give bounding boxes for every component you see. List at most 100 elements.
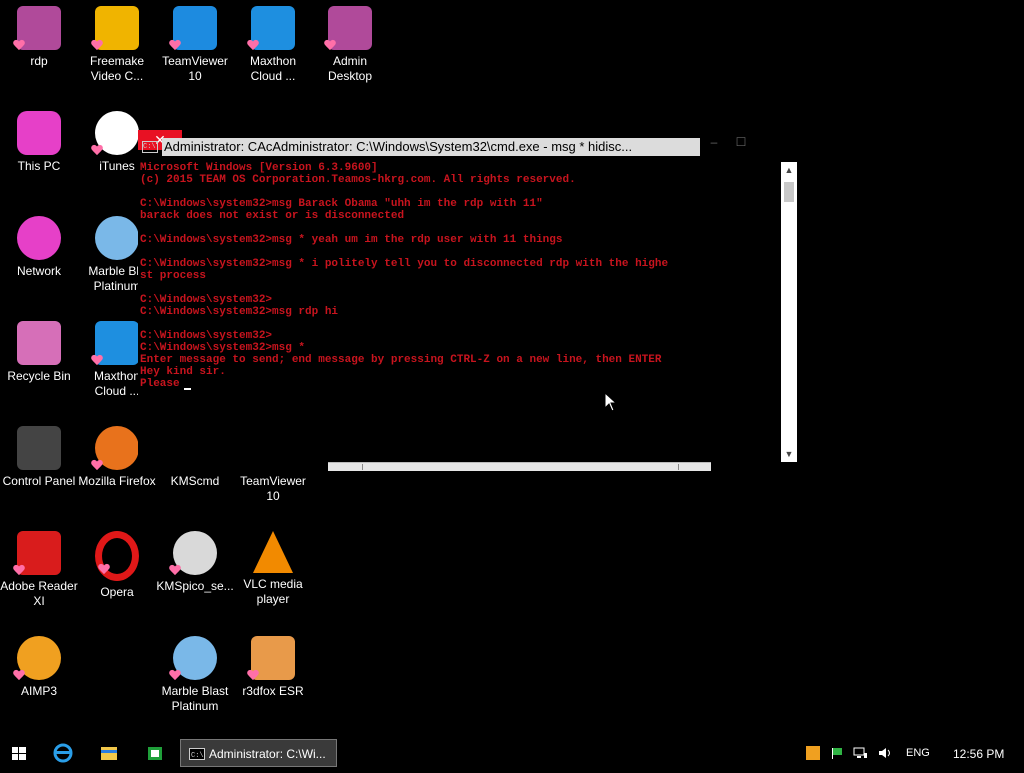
firefox-icon <box>95 426 139 470</box>
desktop-icon-adobe-reader[interactable]: Adobe Reader XI <box>0 525 78 609</box>
store-icon <box>148 747 162 760</box>
kmspico-icon <box>173 531 217 575</box>
scroll-thumb[interactable] <box>784 182 794 202</box>
desktop-icon-this-pc[interactable]: This PC <box>0 105 78 174</box>
desktop-icon-maxthon[interactable]: Maxthon Cloud ... <box>234 0 312 84</box>
network-tray-icon[interactable] <box>853 746 867 760</box>
windows-logo-icon <box>12 747 26 760</box>
desktop-icon-r3dfox[interactable]: r3dfox ESR <box>234 630 312 699</box>
desktop-icon-opera[interactable]: Opera <box>78 525 156 600</box>
cmd-titlebar[interactable]: C:\ Administrator: CAcAdministrator: C:\… <box>138 130 798 162</box>
tray-flag-icon[interactable] <box>830 746 844 760</box>
desktop-icon-label: Admin Desktop <box>327 54 373 83</box>
horizontal-scrollbar[interactable] <box>328 462 711 471</box>
desktop-icon-freemake[interactable]: Freemake Video C... <box>78 0 156 84</box>
desktop-icon-kmspico[interactable]: KMSpico_se... <box>156 525 234 594</box>
recycle-bin-icon <box>17 321 61 365</box>
desktop-icon-aimp3[interactable]: AIMP3 <box>0 630 78 699</box>
mouse-pointer-icon <box>604 392 618 412</box>
desktop-icon-label: KMSpico_se... <box>156 579 234 593</box>
marble-icon <box>95 216 139 260</box>
minimize-button[interactable]: – <box>699 132 729 152</box>
taskbar-store-button[interactable] <box>142 738 168 768</box>
svg-text:C:\: C:\ <box>191 752 204 760</box>
clock[interactable]: 12:56 PM <box>953 747 1004 761</box>
taskbar-ie-button[interactable] <box>50 738 76 768</box>
heart-icon <box>169 670 181 682</box>
taskbar-explorer-button[interactable] <box>96 738 122 768</box>
desktop-icon-label: TeamViewer 10 <box>240 474 306 503</box>
cmd-window[interactable]: C:\ Administrator: CAcAdministrator: C:\… <box>138 130 798 467</box>
cmd-app-icon[interactable]: C:\ <box>142 141 158 153</box>
desktop-icon-label: TeamViewer 10 <box>162 54 228 83</box>
desktop-icon-rdp[interactable]: rdp <box>0 0 78 69</box>
console-line: Microsoft Windows [Version 6.3.9600] <box>140 162 378 174</box>
heart-icon <box>247 40 259 52</box>
r3dfox-icon <box>251 636 295 680</box>
heart-icon <box>91 355 103 367</box>
desktop-icon-label: AIMP3 <box>20 684 57 698</box>
desktop-icon-recycle-bin[interactable]: Recycle Bin <box>0 315 78 384</box>
file-explorer-icon <box>101 747 117 760</box>
console-line: C:\Windows\system32>msg rdp hi <box>140 306 339 318</box>
taskbar-task-label: Administrator: C:\Wi... <box>209 747 326 761</box>
desktop-icon-label: rdp <box>30 54 48 68</box>
console-input-line[interactable]: Please <box>140 378 780 390</box>
desktop-icon-control-panel[interactable]: Control Panel <box>0 420 78 489</box>
heart-icon <box>169 40 181 52</box>
console-line: st process <box>140 270 207 282</box>
desktop-icon-label: Marble Blast Platinum <box>161 684 229 713</box>
start-button[interactable] <box>0 738 38 768</box>
desktop-icon-label: VLC media player <box>243 577 303 606</box>
teamviewer-icon <box>173 6 217 50</box>
console-line: (c) 2015 TEAM OS Corporation.Teamos-hkrg… <box>140 174 576 186</box>
maxthon-icon <box>95 321 139 365</box>
vlc-icon <box>253 531 293 573</box>
desktop-icon-network[interactable]: Network <box>0 210 78 279</box>
language-indicator[interactable]: ENG <box>906 747 930 759</box>
desktop-icon-teamviewer[interactable]: TeamViewer 10 <box>156 0 234 84</box>
adobe-reader-icon <box>17 531 61 575</box>
desktop-icon-label: r3dfox ESR <box>242 684 304 698</box>
internet-explorer-icon <box>53 743 73 763</box>
console-line: C:\Windows\system32>msg * yeah um im the… <box>140 234 563 246</box>
desktop-icon-label: Recycle Bin <box>7 369 71 383</box>
desktop-icon-label: Adobe Reader XI <box>0 579 78 608</box>
volume-icon[interactable] <box>877 746 891 760</box>
control-panel-icon <box>17 426 61 470</box>
desktop-icon-vlc[interactable]: VLC media player <box>234 525 312 607</box>
maximize-button[interactable]: ☐ <box>726 132 756 152</box>
heart-icon <box>324 40 336 52</box>
desktop-icon-marble-blast-2[interactable]: Marble Blast Platinum <box>156 630 234 714</box>
heart-icon <box>13 565 25 577</box>
scroll-down-icon[interactable]: ▼ <box>781 446 797 462</box>
heart-icon <box>91 40 103 52</box>
console-line: Enter message to send; end message by pr… <box>140 354 662 366</box>
window-title: Administrator: CAcAdministrator: C:\Wind… <box>162 138 700 156</box>
marble-icon <box>173 636 217 680</box>
vertical-scrollbar[interactable]: ▲ ▼ <box>781 162 797 462</box>
scroll-up-icon[interactable]: ▲ <box>781 162 797 178</box>
heart-icon <box>169 565 181 577</box>
console-line: C:\Windows\system32> <box>140 294 273 306</box>
desktop-icon-label: Opera <box>100 585 134 599</box>
desktop-icon-label: Maxthon Cloud ... <box>249 54 297 83</box>
desktop-icon-label: This PC <box>17 159 61 173</box>
heart-icon <box>13 670 25 682</box>
taskbar: C:\ Administrator: C:\Wi... ENG 12:56 PM <box>0 738 1024 768</box>
desktop-icon-admin-desktop[interactable]: Admin Desktop <box>311 0 389 84</box>
console-line: C:\Windows\system32>msg * <box>140 342 306 354</box>
console-output[interactable]: Microsoft Windows [Version 6.3.9600] (c)… <box>140 162 780 462</box>
monitor-icon <box>17 111 61 155</box>
text-cursor <box>183 388 191 390</box>
cmd-icon: C:\ <box>189 748 205 760</box>
taskbar-task-cmd[interactable]: C:\ Administrator: C:\Wi... <box>180 739 337 767</box>
console-line: C:\Windows\system32> <box>140 330 273 342</box>
heart-icon <box>91 460 103 472</box>
tray-app-icon[interactable] <box>806 746 820 760</box>
desktop-icon-label: Control Panel <box>2 474 76 488</box>
